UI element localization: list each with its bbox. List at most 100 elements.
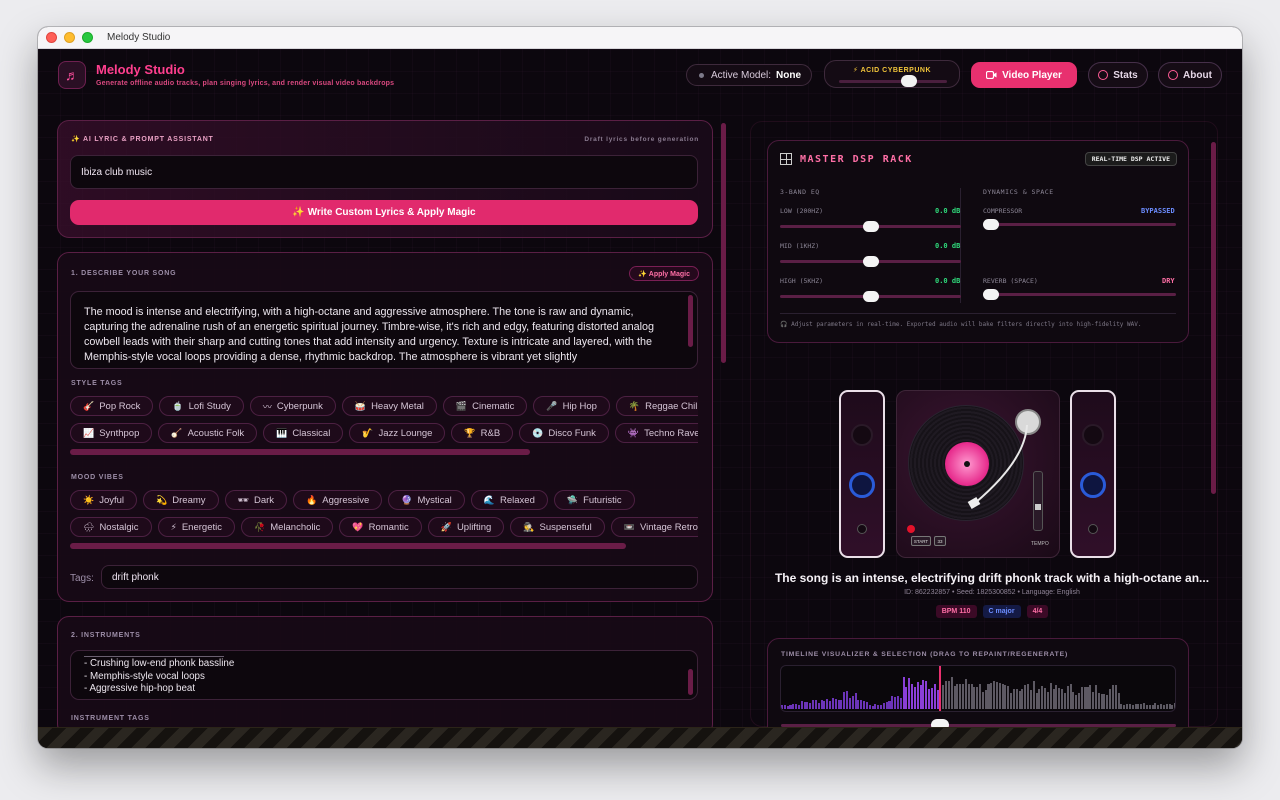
style-tag-chip[interactable]: 📈 Synthpop [70, 423, 153, 443]
ai-prompt-input[interactable]: Ibiza club music [70, 155, 698, 189]
style-tag-chip[interactable]: 〰 Cyberpunk [249, 396, 336, 416]
instruments-textarea[interactable]: - Crushing low-end phonk bassline - Memp… [70, 650, 698, 700]
waveform-bar [797, 704, 800, 709]
style-tags-row-2: 📈 Synthpop 🪕 Acoustic Folk 🎹 Classical 🎷 Jazz L… [70, 423, 698, 443]
tags-field-label: Tags: [70, 573, 94, 584]
style-tag-chip[interactable]: 🏆 R&B [451, 423, 514, 443]
left-column-scrollbar[interactable] [721, 123, 726, 363]
eq-high-thumb[interactable] [862, 291, 879, 302]
about-button[interactable]: About [1158, 62, 1222, 88]
mood-tag-chip-icon: 💖 [352, 521, 364, 532]
style-tag-chip[interactable]: 👾 Techno Rave [614, 423, 698, 443]
style-tag-chip[interactable]: 🎹 Classical [263, 423, 344, 443]
mood-tag-chip[interactable]: 🌧 Nostalgic [70, 517, 152, 537]
style-tag-chip[interactable]: 🎸 Pop Rock [70, 396, 154, 416]
waveform-visualizer[interactable] [780, 665, 1176, 712]
waveform-bar [919, 684, 922, 709]
mood-tag-chip[interactable]: 💖 Romantic [339, 517, 422, 537]
power-light [907, 525, 915, 533]
waveform-bar [1157, 704, 1160, 709]
style-tag-chip[interactable]: 🍵 Lofi Study [159, 396, 244, 416]
waveform-bar [1154, 703, 1157, 709]
waveform-bar [984, 690, 987, 709]
song-description-textarea[interactable]: The mood is intense and electrifying, wi… [70, 291, 698, 369]
style-tag-chip[interactable]: 🌴 Reggae Chill [615, 396, 698, 416]
style-tag-chip-label: Reggae Chill [645, 400, 698, 412]
mood-tag-chip[interactable]: 🛸 Futuristic [553, 490, 635, 510]
zoom-window-button[interactable] [82, 32, 93, 43]
song-badges: BPM 110 C major 4/4 [758, 605, 1226, 618]
mood-tag-chip-icon: 🔥 [306, 494, 318, 505]
status-dot-icon [699, 72, 704, 78]
right-panel-scrollbar[interactable] [1211, 142, 1216, 494]
style-tag-chip[interactable]: 🎤 Hip Hop [533, 396, 610, 416]
compressor-slider[interactable] [983, 223, 1176, 226]
close-window-button[interactable] [46, 32, 57, 43]
deck-speed-button[interactable]: 33 [934, 536, 946, 546]
theme-selector[interactable]: ⚡ ACID CYBERPUNK [824, 60, 960, 88]
mood-tag-chip[interactable]: 🕶 Dark [224, 490, 288, 510]
waveform-bar [880, 704, 883, 709]
write-lyrics-button[interactable]: ✨ Write Custom Lyrics & Apply Magic [70, 200, 698, 225]
waveform-bar [995, 681, 998, 709]
mood-tag-chip-label: Mystical [417, 494, 452, 506]
active-model-indicator[interactable]: Active Model: None [686, 64, 812, 86]
theme-slider-track[interactable] [839, 80, 947, 83]
reverb-slider[interactable] [983, 293, 1176, 296]
song-title: The song is an intense, electrifying dri… [774, 571, 1210, 585]
instruments-scrollbar[interactable] [688, 669, 693, 695]
style-tag-chip[interactable]: 🥁 Heavy Metal [341, 396, 437, 416]
waveform-bar [786, 705, 789, 709]
mood-tag-chip[interactable]: 🕵 Suspenseful [510, 517, 605, 537]
mood-tag-chip[interactable]: ⚡ Energetic [157, 517, 235, 537]
compressor-value: BYPASSED [1141, 207, 1175, 215]
waveform-bar [947, 681, 950, 709]
style-tags-scrollbar[interactable] [70, 449, 530, 455]
waveform-bar [1052, 689, 1055, 709]
style-tag-chip-label: Cinematic [472, 400, 515, 412]
description-scrollbar[interactable] [688, 295, 693, 347]
theme-slider-thumb[interactable] [901, 75, 918, 87]
style-tag-chip-label: Hip Hop [562, 400, 597, 412]
stats-button[interactable]: Stats [1088, 62, 1148, 88]
mood-tag-chip[interactable]: 🔮 Mystical [388, 490, 465, 510]
waveform-bar [840, 699, 843, 709]
mood-tag-chip[interactable]: 🌊 Relaxed [470, 490, 548, 510]
waveform-bar [846, 690, 849, 709]
deck-start-button[interactable]: START [911, 536, 931, 546]
pitch-fader-thumb[interactable] [1035, 504, 1041, 510]
mood-tag-chip-icon: 🌊 [483, 494, 495, 505]
video-camera-icon [986, 71, 997, 79]
pitch-fader[interactable] [1033, 471, 1043, 531]
eq-low-thumb[interactable] [862, 221, 879, 232]
apply-magic-button[interactable]: ✨ Apply Magic [629, 266, 699, 281]
style-tag-chip[interactable]: 🎬 Cinematic [442, 396, 528, 416]
minimize-window-button[interactable] [64, 32, 75, 43]
mood-tag-chip-label: Aggressive [322, 494, 370, 506]
mood-tag-chip[interactable]: ☀️ Joyful [70, 490, 138, 510]
waveform-bar [896, 696, 899, 709]
compressor-thumb[interactable] [983, 219, 999, 230]
mood-tag-chip[interactable]: 🔥 Aggressive [293, 490, 383, 510]
waveform-bar [1128, 703, 1131, 709]
playhead[interactable] [939, 666, 942, 711]
waveform-bar [981, 691, 984, 709]
waveform-bar [837, 699, 840, 709]
style-tag-chip[interactable]: 🪕 Acoustic Folk [158, 423, 258, 443]
mood-tag-chip[interactable]: 📼 Vintage Retro [610, 517, 698, 537]
style-tag-chip-label: Jazz Lounge [378, 427, 433, 439]
eq-mid-thumb[interactable] [862, 256, 879, 267]
style-tag-chip[interactable]: 💿 Disco Funk [519, 423, 609, 443]
mood-vibes-label: MOOD VIBES [71, 474, 124, 481]
style-tag-chip[interactable]: 🎷 Jazz Lounge [349, 423, 446, 443]
mood-tag-chip[interactable]: 🥀 Melancholic [240, 517, 334, 537]
waveform-bar [1168, 703, 1171, 709]
tags-input[interactable]: drift phonk [101, 565, 698, 589]
waveform-bar [1029, 690, 1032, 709]
mood-tag-chip[interactable]: 🚀 Uplifting [427, 517, 505, 537]
describe-song-title: 1. DESCRIBE YOUR SONG [71, 270, 177, 277]
mood-tags-scrollbar[interactable] [70, 543, 626, 549]
mood-tag-chip[interactable]: 💫 Dreamy [143, 490, 219, 510]
reverb-thumb[interactable] [983, 289, 999, 300]
video-player-button[interactable]: Video Player [971, 62, 1077, 88]
